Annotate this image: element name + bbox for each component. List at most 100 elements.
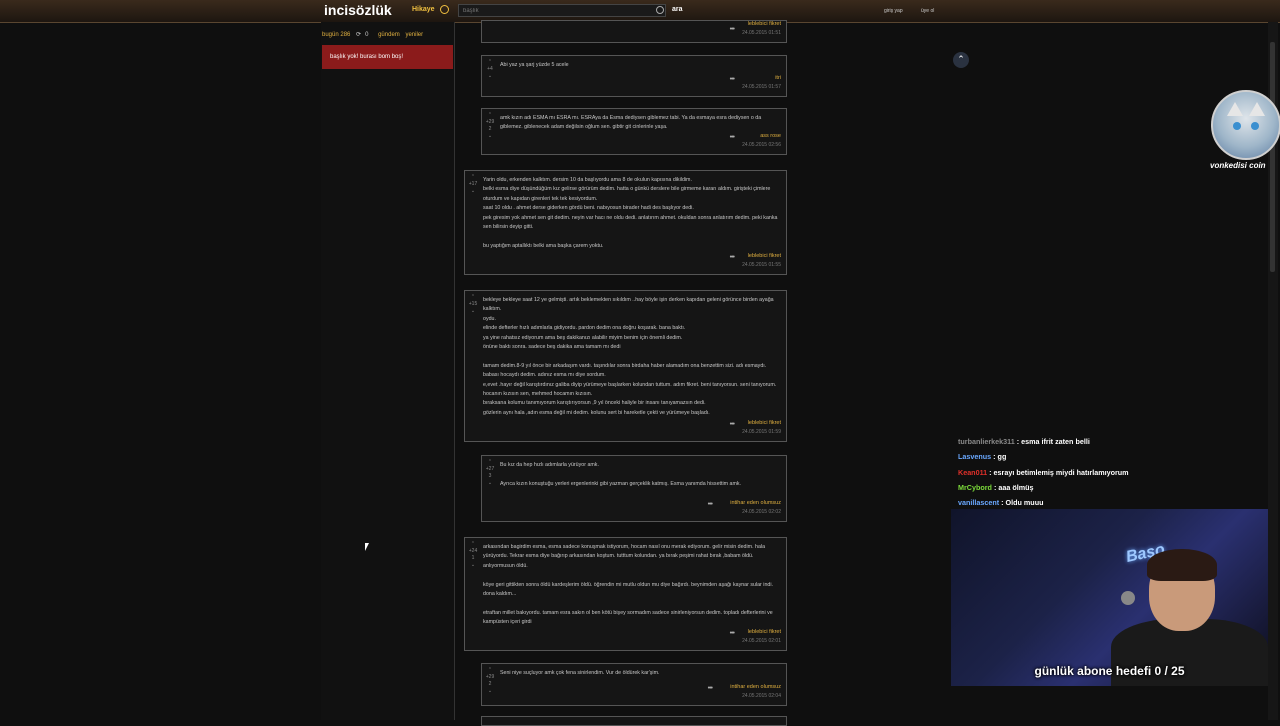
site-logo[interactable]: incisözlük [324, 2, 392, 18]
entry-footer: leblebici fikret 24.05.2015 01:55 [742, 252, 781, 270]
entry-footer: ass rose 24.05.2015 02:56 [742, 132, 781, 150]
upvote-icon[interactable]: ⌃ [485, 459, 495, 466]
chat-username: MrCybord [958, 482, 992, 492]
entry-footer: leblebici fikret 24.05.2015 02:01 [742, 628, 781, 646]
vote-up-count: +24 [468, 548, 478, 554]
entry-author[interactable]: intihar eden olumsuz [730, 499, 781, 508]
upvote-icon[interactable]: ⌃ [468, 541, 478, 548]
entry-item: ⌃ +24 1 ⌄ arkasından bagirdim esma, esma sa… [464, 537, 787, 651]
entry-author[interactable]: leblebici fikret [742, 20, 781, 29]
entry-date[interactable]: 24.05.2015 02:56 [742, 141, 781, 150]
entry-date[interactable]: 24.05.2015 01:57 [742, 83, 781, 92]
entry-author[interactable]: intihar eden olumsuz [730, 683, 781, 692]
signup-link[interactable]: üye ol [921, 8, 934, 14]
vote-panel: ⌃ +29 2 ⌄ [485, 667, 495, 695]
vote-down-count: 1 [471, 555, 475, 561]
entry-item: ⌃ +17 ⌄ Yarin oldu, erkenden kalktım. ders… [464, 170, 787, 275]
downvote-icon[interactable]: ⌄ [485, 73, 495, 80]
left-sidebar [321, 22, 455, 720]
chat-message: Lasvenus : gg [958, 449, 1129, 464]
chat-message: Kean011 : esrayı betimlemiş miydi hatırl… [958, 465, 1129, 480]
entry-author[interactable]: leblebici fikret [742, 252, 781, 261]
downvote-icon[interactable]: ⌄ [468, 188, 478, 195]
more-options-icon[interactable]: ••• [730, 134, 735, 141]
entry-date[interactable]: 24.05.2015 01:59 [742, 428, 781, 437]
vote-down-count: 3 [488, 473, 492, 479]
entry-author[interactable]: leblebici fikret [742, 628, 781, 637]
upvote-icon[interactable]: ⌃ [485, 59, 495, 66]
more-options-icon[interactable]: ••• [730, 421, 735, 428]
entry-text: bekleye bekleye saat 12 ye gelmişti. art… [483, 297, 777, 416]
chat-username: Lasvenus [958, 452, 992, 462]
entry-date[interactable]: 24.05.2015 01:55 [742, 261, 781, 270]
vote-panel: ⌃ +17 ⌄ [468, 174, 478, 195]
entry-text: arkasından bagirdim esma, esma sadece ko… [483, 544, 774, 626]
entry-item [481, 716, 787, 726]
vote-panel: ⌃ +15 ⌄ [468, 294, 478, 315]
entry-footer: leblebici fikret 24.05.2015 01:59 [742, 419, 781, 437]
vote-panel: ⌃ +27 3 ⌄ [485, 459, 495, 487]
search-button[interactable]: ara [672, 6, 683, 13]
chat-message: turbanlierkek311 : esma ifrit zaten bell… [958, 434, 1129, 449]
more-options-icon[interactable]: ••• [730, 26, 735, 33]
cat-eye [1233, 122, 1241, 130]
nav-refresh[interactable]: ⟳ 0 [356, 32, 372, 38]
vote-down-count: 2 [488, 681, 492, 687]
refresh-count: 0 [365, 32, 369, 38]
entry-author[interactable]: ass rose [742, 132, 781, 141]
nav-today[interactable]: bugün 286 [322, 32, 350, 38]
vote-up-count: +29 [485, 119, 495, 125]
story-link[interactable]: Hikaye [412, 6, 435, 13]
empty-topics-message: başlık yok! burası bom boş! [322, 45, 453, 69]
nav-new[interactable]: yeniler [405, 32, 423, 38]
upvote-icon[interactable]: ⌃ [485, 112, 495, 119]
vote-up-count: +17 [468, 181, 478, 187]
entry-date[interactable]: 24.05.2015 02:04 [730, 692, 781, 701]
coin-overlay-label: vonkedisi coin [1210, 161, 1266, 170]
more-options-icon[interactable]: ••• [730, 630, 735, 637]
entry-item: ⌃ +4 ⌄ Abi yaz ya şarj yüzde 5 acele ••• i… [481, 55, 787, 97]
login-link[interactable]: giriş yap [884, 8, 903, 14]
downvote-icon[interactable]: ⌄ [485, 688, 495, 695]
entry-text: Yarin oldu, erkenden kalktım. dersim 10 … [483, 177, 778, 249]
entry-item: ••• leblebici fikret 24.05.2015 01:51 [481, 20, 787, 43]
cat-eye [1251, 122, 1259, 130]
info-icon[interactable] [440, 5, 449, 14]
scrollbar-thumb[interactable] [1270, 42, 1275, 272]
mouse-cursor-icon [365, 543, 369, 551]
search-icon[interactable] [656, 6, 664, 14]
left-nav: bugün 286 ⟳ 0 gündem yeniler [322, 31, 427, 38]
vote-up-count: +29 [485, 674, 495, 680]
more-options-icon[interactable]: ••• [730, 254, 735, 261]
entry-footer: itri 24.05.2015 01:57 [742, 74, 781, 92]
entry-text: Bu kız da hep hızlı adımlarla yürüyor am… [500, 462, 742, 487]
downvote-icon[interactable]: ⌄ [468, 562, 478, 569]
downvote-icon[interactable]: ⌄ [485, 133, 495, 140]
entry-item: ⌃ +29 2 ⌄ amk kızın adı ESMA mı ESRA mı. ES… [481, 108, 787, 155]
upvote-icon[interactable]: ⌃ [468, 294, 478, 301]
entry-author[interactable]: leblebici fikret [742, 419, 781, 428]
entry-author[interactable]: itri [742, 74, 781, 83]
more-options-icon[interactable]: ••• [708, 685, 713, 692]
downvote-icon[interactable]: ⌄ [485, 480, 495, 487]
entry-date[interactable]: 24.05.2015 02:02 [730, 508, 781, 517]
entry-date[interactable]: 24.05.2015 01:51 [742, 29, 781, 38]
nav-agenda[interactable]: gündem [378, 32, 400, 38]
downvote-icon[interactable]: ⌄ [468, 308, 478, 315]
search-input[interactable] [458, 4, 666, 17]
cat-ear [1227, 102, 1243, 116]
upvote-icon[interactable]: ⌃ [468, 174, 478, 181]
chat-text: : esrayı betimlemiş miydi hatırlamıyorum [987, 467, 1129, 477]
entry-item: ⌃ +15 ⌄ bekleye bekleye saat 12 ye gelmişt… [464, 290, 787, 442]
entry-text: Seni niye suçluyor amk çok fena sinirlen… [500, 670, 660, 676]
chat-message: MrCybord : aaa ölmüş [958, 480, 1129, 495]
scroll-to-top-button[interactable]: ⌃ [953, 52, 969, 68]
upvote-icon[interactable]: ⌃ [485, 667, 495, 674]
entry-date[interactable]: 24.05.2015 02:01 [742, 637, 781, 646]
entry-footer: intihar eden olumsuz 24.05.2015 02:04 [730, 683, 781, 701]
more-options-icon[interactable]: ••• [730, 76, 735, 83]
webcam-overlay: Başo [951, 509, 1268, 686]
more-options-icon[interactable]: ••• [708, 501, 713, 508]
vote-up-count: +15 [468, 301, 478, 307]
chat-text: : aaa ölmüş [991, 482, 1034, 492]
